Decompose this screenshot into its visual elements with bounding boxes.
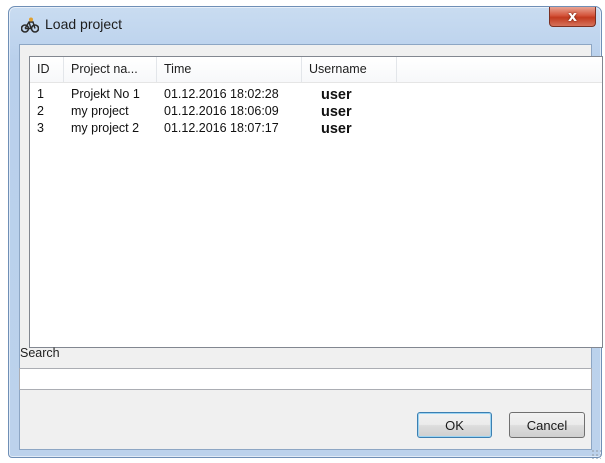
list-header: ID Project na... Time Username — [30, 57, 602, 83]
cancel-button[interactable]: Cancel — [509, 412, 585, 438]
cell-id: 2 — [37, 104, 44, 118]
column-header-project-name[interactable]: Project na... — [64, 57, 157, 82]
load-project-dialog: Load project x ID Project na... Time Use… — [8, 6, 603, 458]
resize-grip-icon[interactable] — [591, 449, 601, 459]
cell-time: 01.12.2016 18:02:28 — [164, 87, 279, 101]
window-title: Load project — [45, 16, 123, 32]
column-header-time[interactable]: Time — [157, 57, 302, 82]
ok-button[interactable]: OK — [417, 412, 492, 438]
project-list[interactable]: ID Project na... Time Username 1 Projekt… — [29, 56, 603, 348]
cell-project-name: Projekt No 1 — [71, 87, 140, 101]
title-bar[interactable]: Load project x — [9, 7, 601, 41]
column-header-id[interactable]: ID — [30, 57, 64, 82]
cell-id: 3 — [37, 121, 44, 135]
cell-id: 1 — [37, 87, 44, 101]
cell-time: 01.12.2016 18:06:09 — [164, 104, 279, 118]
cell-username: user — [321, 121, 352, 137]
cell-project-name: my project — [71, 104, 129, 118]
cell-username: user — [321, 104, 352, 120]
project-bike-icon — [21, 17, 39, 33]
column-header-username[interactable]: Username — [302, 57, 397, 82]
close-icon: x — [567, 8, 578, 25]
search-label: Search — [20, 346, 60, 360]
close-button[interactable]: x — [549, 7, 596, 27]
list-row[interactable]: 2 my project 01.12.2016 18:06:09 user — [30, 104, 602, 121]
cell-username: user — [321, 87, 352, 103]
column-header-filler — [397, 57, 602, 82]
search-input[interactable] — [19, 368, 592, 390]
list-row[interactable]: 3 my project 2 01.12.2016 18:07:17 user — [30, 121, 602, 138]
cell-time: 01.12.2016 18:07:17 — [164, 121, 279, 135]
cell-project-name: my project 2 — [71, 121, 140, 135]
list-row[interactable]: 1 Projekt No 1 01.12.2016 18:02:28 user — [30, 87, 602, 104]
